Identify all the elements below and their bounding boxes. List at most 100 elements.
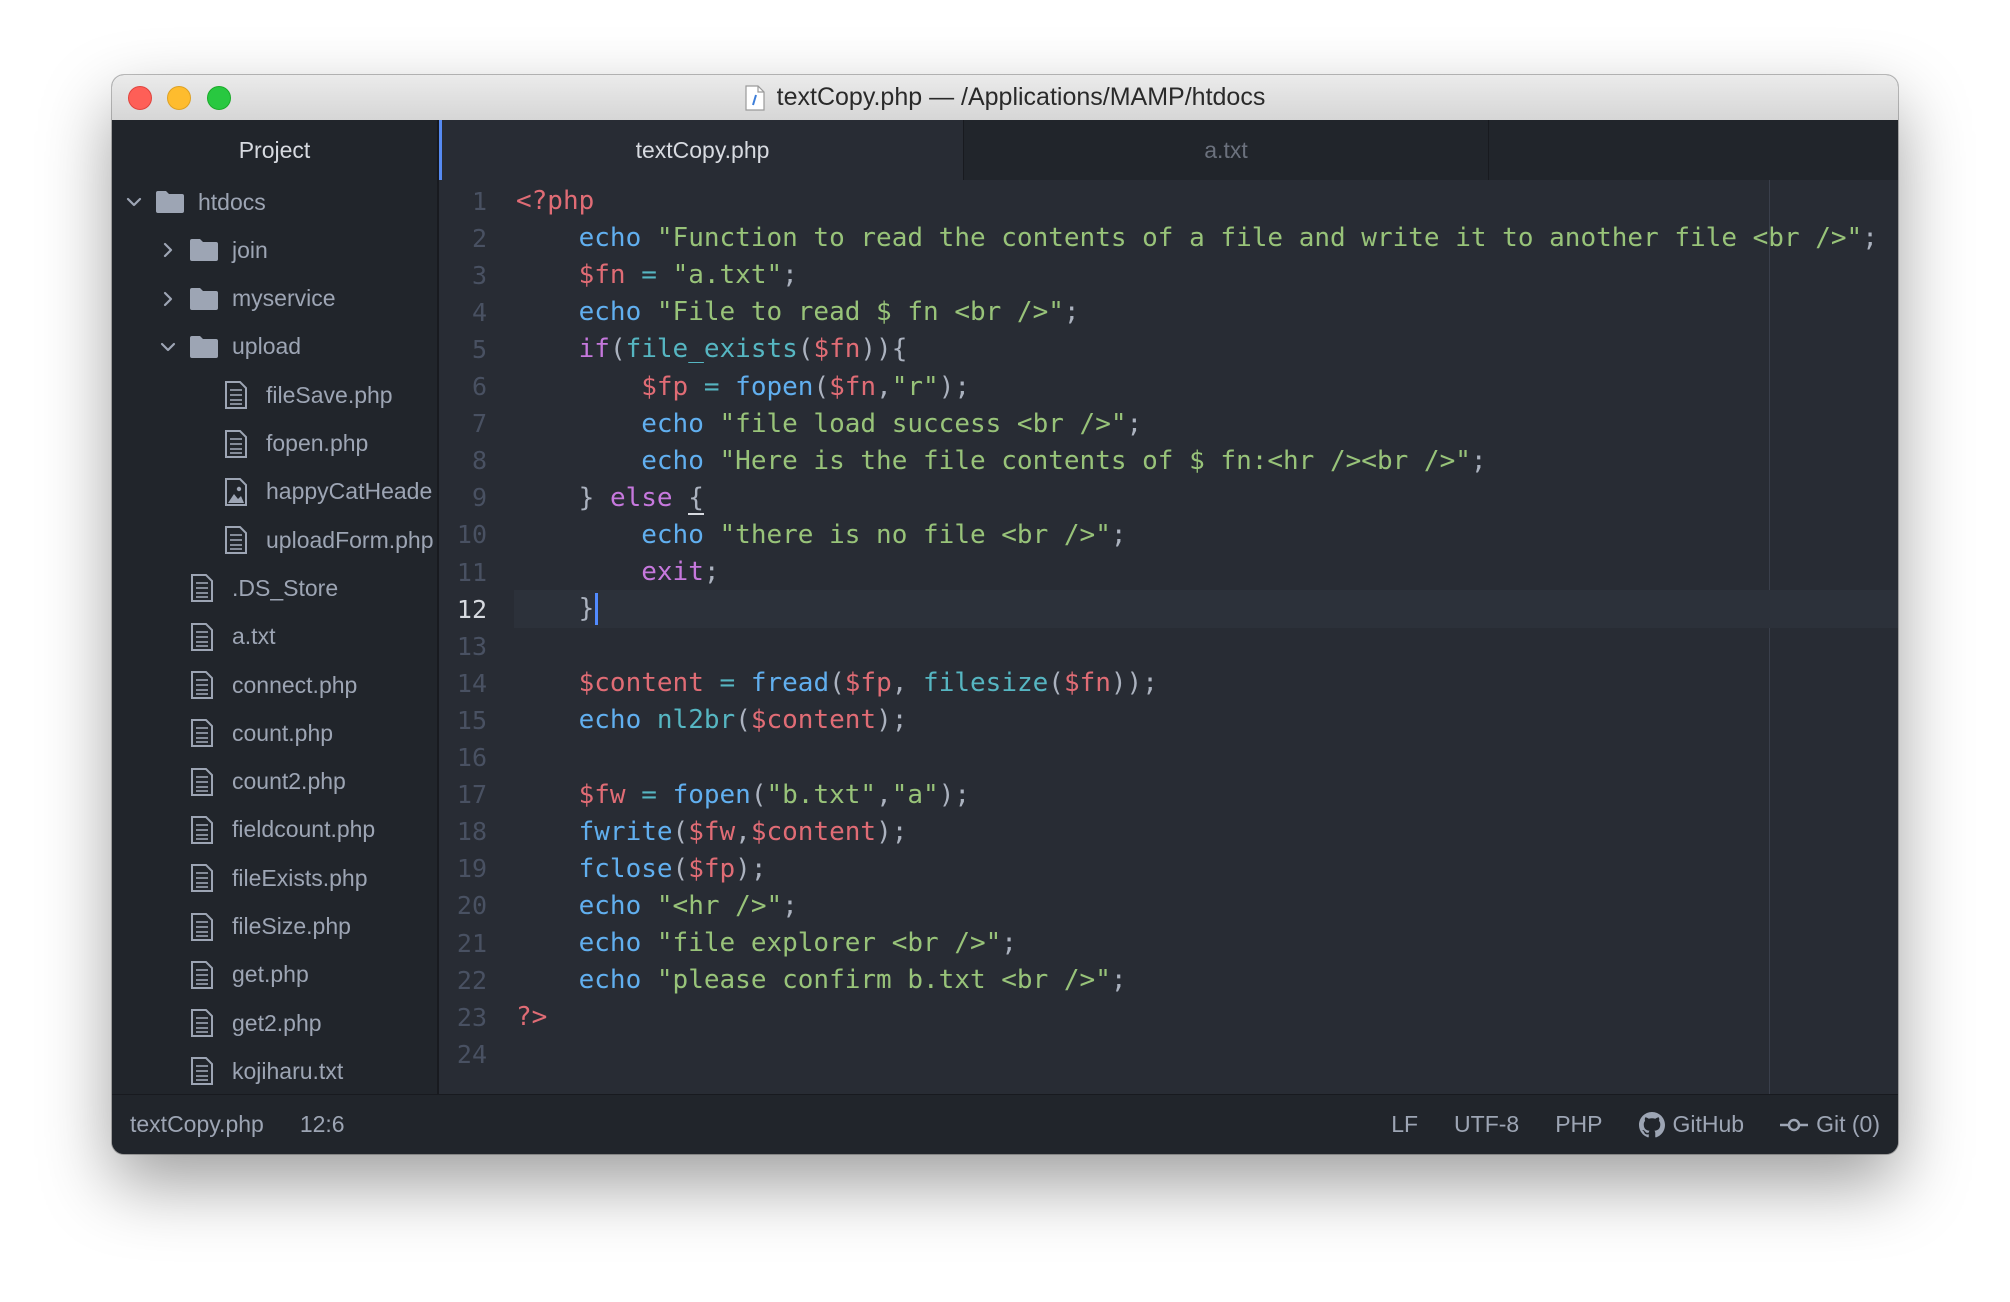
code-token: ;	[1126, 408, 1143, 439]
tree-file[interactable]: a.txt	[190, 613, 275, 661]
code-line[interactable]: 23 ?>	[439, 998, 1898, 1036]
chevron-right-icon[interactable]	[160, 291, 176, 307]
code-line[interactable]: 6 $fp = fopen($fn,"r");	[439, 368, 1898, 406]
code-line[interactable]: 12 }	[439, 590, 1898, 628]
code-line[interactable]: 10 echo "there is no file <br />";	[439, 516, 1898, 554]
tree-file[interactable]: fileSize.php	[190, 903, 351, 951]
tab-a-txt[interactable]: a.txt	[964, 120, 1489, 180]
project-tree-panel: Project htdocs join myservice upload fileSav…	[112, 120, 439, 1095]
code-token: =	[688, 371, 736, 402]
code-token: $fn	[829, 371, 877, 402]
tree-file[interactable]: fileExists.php	[190, 854, 368, 902]
code-line[interactable]: 5 if(file_exists($fn)){	[439, 330, 1898, 368]
tree-file[interactable]: fieldcount.php	[190, 806, 375, 854]
code-line[interactable]: 22 echo "please confirm b.txt <br />";	[439, 961, 1898, 999]
code-line[interactable]: 15 echo nl2br($content);	[439, 701, 1898, 739]
code-line[interactable]: 2 echo "Function to read the contents of…	[439, 219, 1898, 257]
file-text-icon	[190, 815, 214, 844]
code-token: ;	[1470, 445, 1487, 476]
code-token: "Function to read the contents of a file…	[641, 223, 1863, 254]
code-token: echo	[578, 965, 642, 996]
github-button[interactable]: GitHub	[1638, 1111, 1744, 1138]
tree-file[interactable]: .DS_Store	[190, 564, 338, 612]
tree-folder[interactable]: myservice	[160, 275, 336, 323]
status-cursor-position[interactable]: 12:6	[300, 1111, 345, 1138]
tree-file[interactable]: happyCatHeade	[224, 468, 432, 516]
code-token: ;	[703, 557, 720, 587]
code-line[interactable]: 13	[439, 627, 1898, 665]
tree-item-label: happyCatHeade	[266, 478, 433, 505]
code-line[interactable]: 7 echo "file load success <br />";	[439, 405, 1898, 443]
file-text-icon	[224, 381, 248, 410]
code-line[interactable]: 18 fwrite($fw,$content);	[439, 813, 1898, 851]
tree-folder[interactable]: htdocs	[126, 178, 266, 226]
line-number: 9	[471, 483, 487, 513]
code-token: );	[735, 853, 767, 884]
tree-file[interactable]: count.php	[190, 709, 333, 757]
tree-file[interactable]: connect.php	[190, 661, 357, 709]
code-token: ;	[1001, 928, 1017, 958]
code-line[interactable]: 24	[439, 1035, 1898, 1073]
code-line[interactable]: 14 $content = fread($fp, filesize($fn));	[439, 664, 1898, 702]
line-number: 15	[456, 705, 487, 735]
code-line[interactable]: 16	[439, 739, 1898, 777]
chevron-down-icon[interactable]	[160, 339, 176, 355]
tree-item-label: count.php	[232, 719, 334, 746]
code-line[interactable]: 17 $fw = fopen("b.txt","a");	[439, 776, 1898, 814]
code-line[interactable]: 11 exit;	[439, 553, 1898, 591]
tree-file[interactable]: count2.php	[190, 758, 346, 806]
code-line[interactable]: 1 <?php	[439, 182, 1898, 220]
code-line[interactable]: 3 $fn = "a.txt";	[439, 256, 1898, 294]
image-file-icon	[224, 477, 248, 506]
code-token: $fw	[688, 816, 736, 847]
tree-file[interactable]: uploadForm.php	[224, 516, 434, 564]
status-filename[interactable]: textCopy.php	[130, 1111, 264, 1138]
chevron-right-icon[interactable]	[160, 242, 176, 258]
file-text-icon	[190, 912, 214, 941]
git-button[interactable]: Git (0)	[1780, 1111, 1880, 1138]
tree-folder[interactable]: upload	[160, 323, 301, 371]
tree-file[interactable]: get.php	[190, 951, 309, 999]
status-encoding[interactable]: UTF-8	[1454, 1111, 1519, 1138]
bracket-match-indicator: {	[688, 482, 704, 515]
code-token: "<hr />"	[641, 890, 783, 921]
tab-textcopy-php[interactable]: textCopy.php	[439, 120, 964, 180]
code-token: $fw	[578, 779, 626, 810]
code-token: $fp	[688, 853, 736, 884]
code-text: echo "file load success <br />";	[516, 409, 1142, 439]
tree-file[interactable]: fopen.php	[224, 420, 368, 468]
status-line-ending[interactable]: LF	[1391, 1111, 1418, 1138]
chevron-down-icon[interactable]	[126, 194, 142, 210]
tree-item-label: kojiharu.txt	[232, 1057, 344, 1084]
code-token: $fn	[813, 334, 861, 365]
file-text-icon	[190, 960, 214, 989]
tab-label: a.txt	[1204, 136, 1248, 163]
status-grammar[interactable]: PHP	[1555, 1111, 1602, 1138]
code-text: echo "Here is the file contents of $ fn:…	[516, 445, 1487, 476]
tree-item-label: upload	[232, 333, 302, 360]
tree-file[interactable]: kojiharu.txt	[190, 1047, 343, 1095]
code-line[interactable]: 4 echo "File to read $ fn <br />";	[439, 293, 1898, 331]
code-line[interactable]: 9 } else {	[439, 479, 1898, 517]
code-line[interactable]: 8 echo "Here is the file contents of $ f…	[439, 442, 1898, 480]
code-token: =	[625, 779, 673, 810]
tree-file[interactable]: get2.php	[190, 999, 322, 1047]
code-token: );	[938, 779, 971, 810]
code-token: "a.txt"	[672, 260, 783, 291]
code-token: fclose	[578, 853, 673, 884]
code-editor[interactable]: 1 <?php 2 echo "Function to read the conte…	[439, 180, 1898, 1095]
tree-item-label: .DS_Store	[232, 574, 339, 601]
tree-folder[interactable]: join	[160, 226, 268, 274]
tree-file[interactable]: fileSave.php	[224, 371, 393, 419]
code-line[interactable]: 20 echo "<hr />";	[439, 887, 1898, 925]
code-line[interactable]: 19 fclose($fp);	[439, 850, 1898, 888]
code-token: $content	[750, 816, 877, 847]
code-line[interactable]: 21 echo "file explorer <br />";	[439, 924, 1898, 962]
file-text-icon	[224, 526, 248, 555]
